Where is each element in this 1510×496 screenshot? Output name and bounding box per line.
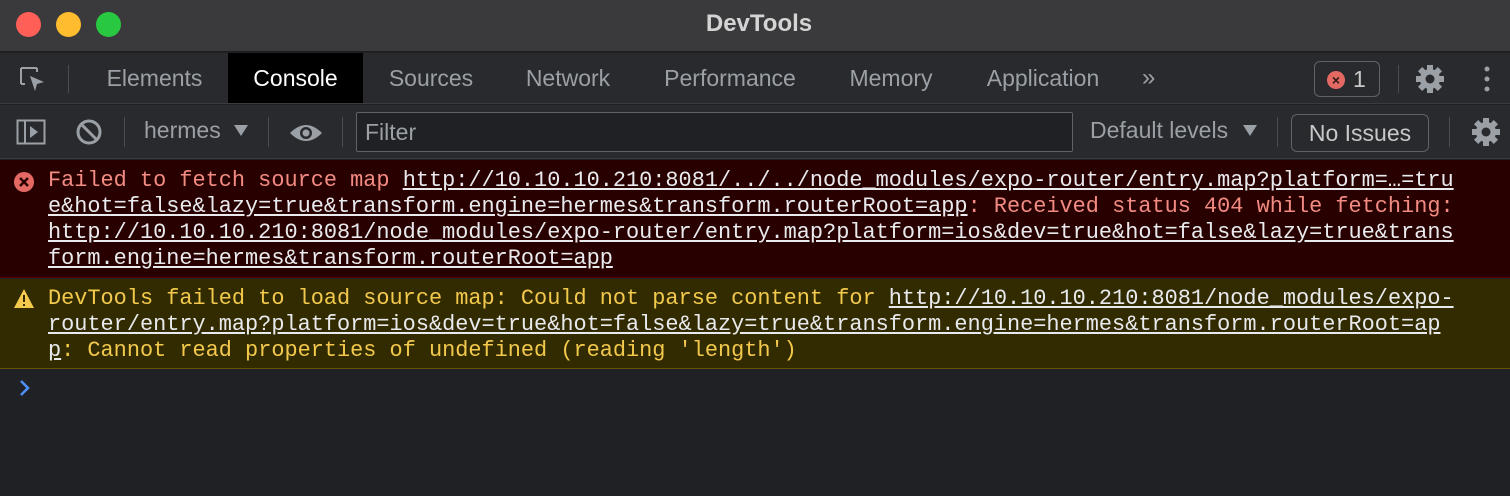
- issues-button[interactable]: No Issues: [1291, 114, 1429, 152]
- window-title: DevTools: [705, 10, 813, 37]
- divider: [1398, 65, 1399, 93]
- divider: [124, 117, 125, 147]
- settings-gear-icon[interactable]: [1414, 63, 1446, 95]
- log-levels-dropdown[interactable]: Default levels: [1090, 117, 1228, 144]
- title-bar: DevTools: [0, 0, 1510, 52]
- tab-console[interactable]: Console: [228, 53, 363, 103]
- divider: [1449, 117, 1450, 147]
- error-icon: [14, 172, 34, 192]
- source-map-link[interactable]: p: [48, 338, 61, 363]
- source-map-link[interactable]: http://10.10.10.210:8081/node_modules/ex…: [889, 286, 1454, 311]
- show-sidebar-icon[interactable]: [16, 119, 46, 145]
- console-toolbar: hermes Default levels No Issues: [0, 105, 1510, 159]
- error-icon: ×: [1327, 71, 1345, 89]
- tab-elements[interactable]: Elements: [82, 53, 227, 103]
- more-options-kebab-icon[interactable]: [1480, 65, 1494, 93]
- context-selector[interactable]: hermes: [144, 117, 221, 144]
- tab-sources[interactable]: Sources: [366, 53, 496, 103]
- error-count-badge[interactable]: × 1: [1314, 61, 1380, 97]
- source-map-link[interactable]: router/entry.map?platform=ios&dev=true&h…: [48, 312, 1440, 337]
- divider: [342, 117, 343, 147]
- console-warning-message: DevTools failed to load source map: Coul…: [0, 279, 1510, 369]
- chevron-down-icon[interactable]: [1243, 125, 1257, 136]
- live-expression-eye-icon[interactable]: [289, 122, 323, 144]
- source-map-link[interactable]: form.engine=hermes&transform.routerRoot=…: [48, 246, 613, 271]
- warning-icon: [14, 289, 34, 308]
- panel-tab-bar: Elements Console Sources Network Perform…: [0, 53, 1510, 104]
- source-map-link[interactable]: http://10.10.10.210:8081/node_modules/ex…: [48, 220, 1454, 245]
- inspect-element-icon[interactable]: [18, 65, 48, 95]
- source-map-link[interactable]: e&hot=false&lazy=true&transform.engine=h…: [48, 194, 968, 219]
- warning-text: DevTools failed to load source map: Coul…: [48, 286, 889, 311]
- console-settings-gear-icon[interactable]: [1470, 116, 1502, 148]
- tab-network[interactable]: Network: [500, 53, 636, 103]
- error-text: : Received status 404 while fetching:: [967, 194, 1454, 219]
- error-count: 1: [1353, 66, 1366, 92]
- more-tabs-chevron-icon[interactable]: »: [1142, 53, 1155, 103]
- divider: [1277, 117, 1278, 147]
- divider: [268, 117, 269, 147]
- console-prompt-chevron-icon[interactable]: [18, 378, 32, 398]
- console-error-message: Failed to fetch source map http://10.10.…: [0, 160, 1510, 278]
- clear-console-icon[interactable]: [75, 118, 103, 146]
- divider: [68, 65, 69, 93]
- tab-memory[interactable]: Memory: [824, 53, 958, 103]
- warning-text: : Cannot read properties of undefined (r…: [61, 338, 797, 363]
- error-text: Failed to fetch source map: [48, 168, 403, 193]
- tab-performance[interactable]: Performance: [640, 53, 820, 103]
- chevron-down-icon[interactable]: [234, 125, 248, 136]
- filter-input[interactable]: [356, 112, 1073, 152]
- source-map-link[interactable]: http://10.10.10.210:8081/../../node_modu…: [403, 168, 1454, 193]
- tab-application[interactable]: Application: [962, 53, 1124, 103]
